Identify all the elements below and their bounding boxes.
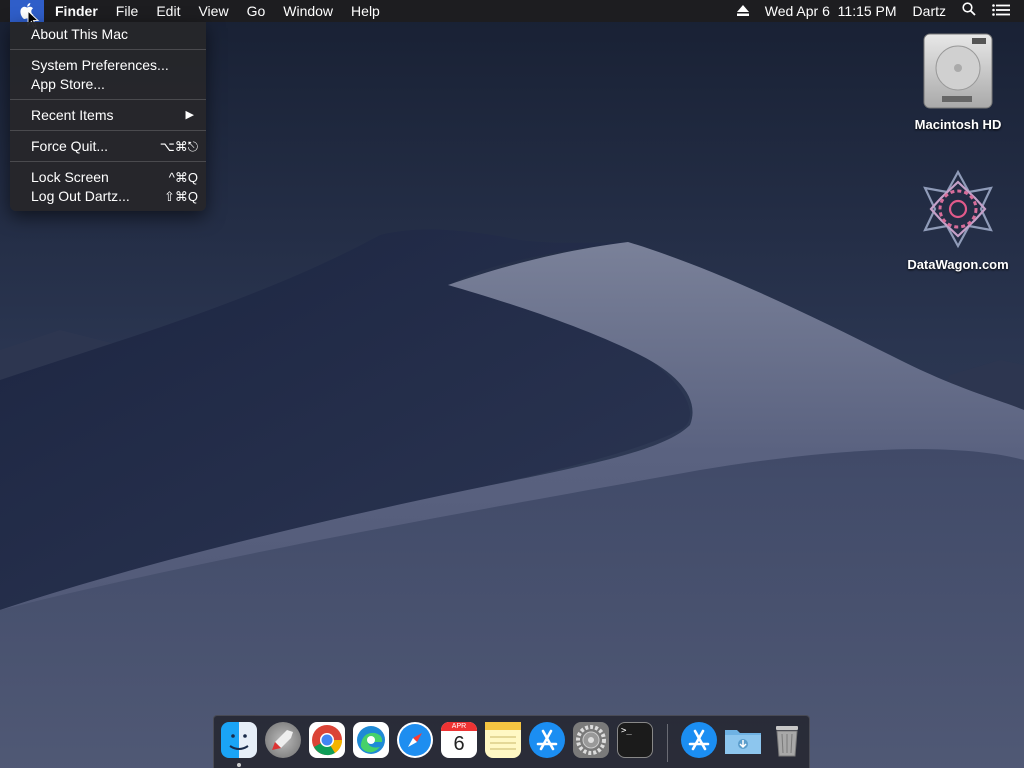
system-preferences-icon[interactable] (573, 722, 609, 758)
menu-bar: Finder File Edit View Go Window Help Wed… (0, 0, 1024, 22)
menu-window[interactable]: Window (274, 0, 342, 22)
menu-item-label: System Preferences... (31, 57, 169, 73)
menu-item-log-out[interactable]: Log Out Dartz... ⇧⌘Q (10, 187, 206, 206)
dock: APR 6 >_ (213, 715, 810, 768)
launchpad-icon[interactable] (265, 722, 301, 758)
menu-item-label: Log Out Dartz... (31, 188, 130, 204)
menu-item-label: Recent Items (31, 107, 114, 123)
app-store-downloads-icon[interactable] (681, 722, 717, 758)
network-volume-icon (923, 169, 993, 249)
menu-item-system-preferences[interactable]: System Preferences... (10, 56, 206, 75)
downloads-folder-icon[interactable] (723, 722, 761, 758)
menu-item-label: Lock Screen (31, 169, 109, 185)
submenu-arrow-icon: ▶ (185, 109, 194, 121)
desktop-icon-label: Macintosh HD (914, 117, 1002, 132)
menu-item-recent-items[interactable]: Recent Items ▶ (10, 106, 206, 125)
menu-file[interactable]: File (107, 0, 148, 22)
desktop-icon-datawagon[interactable]: DataWagon.com (903, 168, 1013, 272)
hard-drive-icon (923, 33, 993, 109)
calendar-day: 6 (453, 733, 465, 755)
terminal-prompt: >_ (621, 726, 632, 736)
menu-separator (10, 161, 206, 162)
chrome-icon[interactable] (309, 722, 345, 758)
terminal-icon[interactable]: >_ (617, 722, 653, 758)
app-store-icon[interactable] (529, 722, 565, 758)
shortcut-label: ^⌘Q (168, 170, 198, 185)
menu-edit[interactable]: Edit (147, 0, 189, 22)
menu-separator (10, 49, 206, 50)
shortcut-label: ⇧⌘Q (163, 189, 198, 204)
eject-icon[interactable] (729, 0, 757, 22)
finder-icon[interactable] (221, 722, 257, 758)
menu-item-lock-screen[interactable]: Lock Screen ^⌘Q (10, 168, 206, 187)
menu-item-label: Force Quit... (31, 138, 109, 154)
running-indicator (237, 763, 241, 767)
menu-item-label: App Store... (31, 76, 105, 92)
menu-item-force-quit[interactable]: Force Quit... ⌥⌘⎋ (10, 137, 206, 156)
menu-view[interactable]: View (189, 0, 237, 22)
menu-go[interactable]: Go (238, 0, 275, 22)
calendar-icon[interactable]: APR 6 (441, 722, 477, 758)
edge-icon[interactable] (353, 722, 389, 758)
menu-item-about-this-mac[interactable]: About This Mac (10, 25, 206, 44)
notes-icon[interactable] (485, 722, 521, 758)
trash-icon[interactable] (769, 722, 805, 758)
user-menu[interactable]: Dartz (905, 0, 954, 22)
desktop-icon-label: DataWagon.com (907, 257, 1009, 272)
menu-item-app-store[interactable]: App Store... (10, 75, 206, 94)
list-icon[interactable] (984, 0, 1024, 22)
desktop-icon-macintosh-hd[interactable]: Macintosh HD (903, 32, 1013, 132)
search-icon[interactable] (954, 0, 984, 22)
safari-icon[interactable] (397, 722, 433, 758)
calendar-month: APR (441, 722, 477, 731)
menu-help[interactable]: Help (342, 0, 389, 22)
menu-item-label: About This Mac (31, 26, 129, 42)
dock-separator (667, 724, 668, 762)
apple-menu-dropdown: About This Mac System Preferences... App… (10, 22, 206, 211)
clock[interactable]: Wed Apr 6 11:15 PM (757, 0, 905, 22)
menu-finder[interactable]: Finder (46, 0, 107, 22)
shortcut-label: ⌥⌘⎋ (159, 139, 198, 154)
menu-separator (10, 99, 206, 100)
menu-separator (10, 130, 206, 131)
